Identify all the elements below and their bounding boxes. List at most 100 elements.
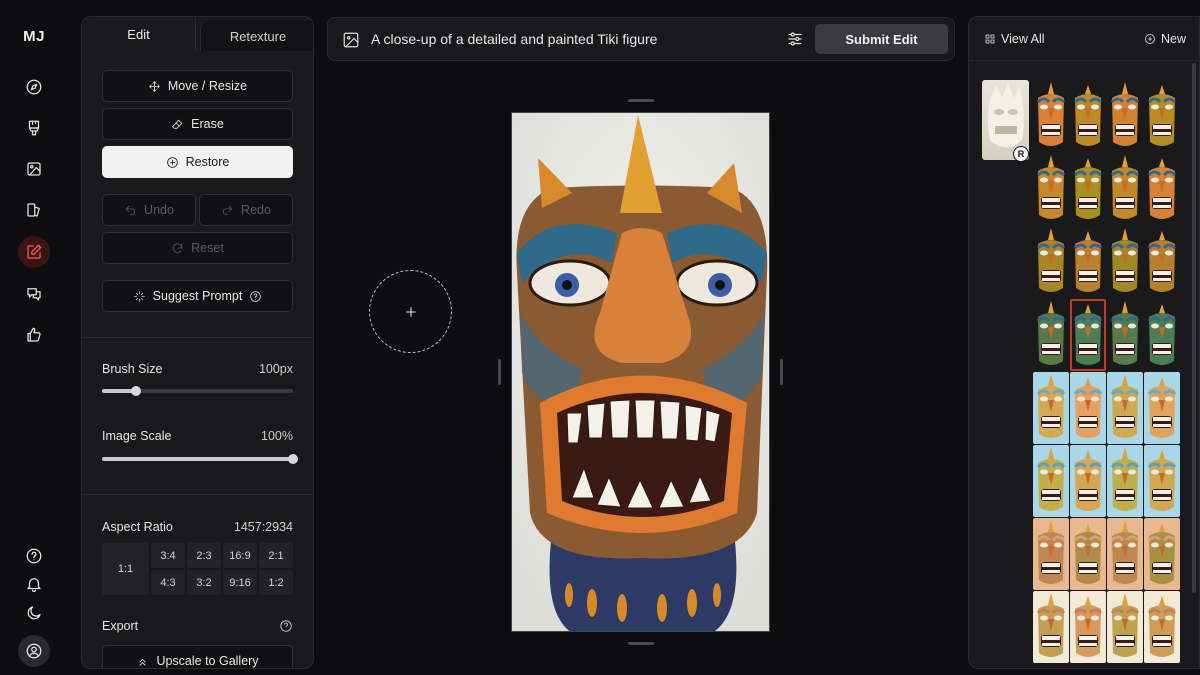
gallery-thumbnail[interactable]: [1070, 372, 1106, 444]
redo-icon: [222, 205, 233, 215]
gallery-thumbnail[interactable]: [1107, 80, 1143, 152]
ratio-option[interactable]: 16:9: [223, 543, 257, 568]
gallery-thumbnail[interactable]: [1144, 372, 1180, 444]
grid-icon: [985, 34, 995, 44]
gallery-thumbnail[interactable]: [1070, 445, 1106, 517]
restore-button[interactable]: Restore: [102, 146, 293, 178]
gallery-thumbnail[interactable]: [1107, 153, 1143, 225]
plus-circle-icon: [166, 156, 178, 168]
ratio-option[interactable]: 3:4: [151, 543, 185, 568]
aspect-ratio-value: 1457:2934: [233, 520, 293, 534]
gallery-thumbnail[interactable]: [1033, 299, 1069, 371]
suggest-prompt-button[interactable]: Suggest Prompt: [102, 280, 293, 312]
chevrons-up-icon: [139, 658, 147, 666]
erase-button[interactable]: Erase: [102, 108, 293, 140]
rate-icon[interactable]: [18, 319, 50, 351]
gallery-thumbnail[interactable]: [1033, 591, 1069, 663]
brush-size-label: Brush Size: [102, 362, 163, 376]
resize-handle-left[interactable]: [498, 359, 501, 385]
upscale-button[interactable]: Upscale to Gallery: [102, 645, 293, 668]
erase-label: Erase: [191, 117, 224, 131]
gallery-icon[interactable]: [18, 153, 50, 185]
app-logo[interactable]: MJ: [0, 28, 68, 45]
gallery-thumbnail[interactable]: [1144, 445, 1180, 517]
ratio-option[interactable]: 3:2: [187, 570, 221, 595]
resize-handle-right[interactable]: [780, 359, 783, 385]
gallery-thumbnail[interactable]: [1070, 591, 1106, 663]
image-scale-label: Image Scale: [102, 429, 172, 443]
panel-divider: [82, 494, 313, 495]
gallery-thumbnail[interactable]: [1033, 445, 1069, 517]
gallery-thumbnail[interactable]: [1107, 226, 1143, 298]
image-scale-slider[interactable]: [102, 454, 298, 464]
image-scale-value: 100%: [261, 429, 293, 443]
view-all-button[interactable]: View All: [984, 32, 1045, 46]
gallery-thumbnail[interactable]: [1070, 80, 1106, 152]
gallery-thumbnail[interactable]: [1070, 299, 1106, 371]
gallery-thumbnail[interactable]: [1107, 445, 1143, 517]
ratio-option[interactable]: 2:1: [259, 543, 293, 568]
settings-sliders-icon[interactable]: [786, 30, 804, 53]
gallery-thumbnail[interactable]: [1033, 518, 1069, 590]
tab-retexture[interactable]: Retexture: [200, 21, 313, 51]
gallery-thumbnail[interactable]: [1033, 80, 1069, 152]
add-layer-button[interactable]: [369, 270, 452, 353]
aspect-ratio-grid: 1:1 3:4 2:3 16:9 2:1 4:3 3:2 9:16 1:2: [102, 543, 293, 595]
gallery-thumbnail[interactable]: [1107, 518, 1143, 590]
edit-panel: Edit Retexture Move / Resize Erase Resto…: [81, 16, 314, 669]
gallery-thumbnail[interactable]: [1070, 226, 1106, 298]
reset-button[interactable]: Reset: [102, 232, 293, 264]
image-scale-fill: [102, 457, 293, 461]
organize-icon[interactable]: [18, 194, 50, 226]
ratio-option[interactable]: 1:2: [259, 570, 293, 595]
gallery-thumbnail[interactable]: [1144, 591, 1180, 663]
new-label: New: [1160, 32, 1186, 46]
restore-label: Restore: [185, 155, 230, 169]
brush-size-handle[interactable]: [131, 386, 142, 396]
brush-size-value: 100px: [258, 362, 293, 376]
canvas-image[interactable]: [511, 112, 770, 632]
ratio-option[interactable]: 1:1: [102, 543, 149, 595]
gallery-thumbnail[interactable]: [1144, 299, 1180, 371]
chat-icon[interactable]: [18, 278, 50, 310]
edit-icon[interactable]: [18, 236, 50, 268]
submit-edit-button[interactable]: Submit Edit: [815, 24, 948, 54]
undo-button[interactable]: Undo: [102, 194, 196, 226]
image-scale-handle[interactable]: [288, 454, 298, 464]
resize-handle-top[interactable]: [628, 99, 654, 102]
gallery-thumbnail[interactable]: [1107, 299, 1143, 371]
reset-icon: [172, 242, 183, 253]
suggest-prompt-label: Suggest Prompt: [152, 289, 243, 303]
gallery-thumbnail[interactable]: [1070, 518, 1106, 590]
gallery-thumbnail[interactable]: [1107, 372, 1143, 444]
move-resize-button[interactable]: Move / Resize: [102, 70, 293, 102]
gallery-thumbnail[interactable]: [1033, 372, 1069, 444]
gallery-thumbnail[interactable]: [1070, 153, 1106, 225]
brush-size-slider[interactable]: [102, 386, 293, 396]
image-icon[interactable]: [342, 31, 360, 54]
new-button[interactable]: New: [1144, 32, 1186, 46]
ratio-option[interactable]: 9:16: [223, 570, 257, 595]
prompt-input[interactable]: A close-up of a detailed and painted Tik…: [371, 31, 657, 47]
gallery-scrollbar[interactable]: [1192, 63, 1196, 593]
resize-handle-bottom[interactable]: [628, 642, 654, 645]
help-circle-icon[interactable]: [249, 290, 262, 303]
ratio-option[interactable]: 2:3: [187, 543, 221, 568]
gallery-thumbnail[interactable]: [1033, 226, 1069, 298]
ratio-option[interactable]: 4:3: [151, 570, 185, 595]
tab-edit[interactable]: Edit: [82, 17, 196, 51]
gallery-thumbnail[interactable]: [1144, 80, 1180, 152]
create-icon[interactable]: [18, 112, 50, 144]
export-help-icon[interactable]: [279, 619, 293, 638]
explore-icon[interactable]: [18, 71, 50, 103]
undo-icon: [125, 205, 136, 215]
gallery-thumbnail[interactable]: [1107, 591, 1143, 663]
bell-icon[interactable]: [18, 568, 50, 600]
gallery-thumbnail[interactable]: [1144, 518, 1180, 590]
gallery-thumbnail[interactable]: [1144, 226, 1180, 298]
moon-icon[interactable]: [18, 597, 50, 629]
redo-button[interactable]: Redo: [199, 194, 293, 226]
user-icon[interactable]: [18, 635, 50, 667]
gallery-thumbnail[interactable]: [1033, 153, 1069, 225]
gallery-thumbnail[interactable]: [1144, 153, 1180, 225]
